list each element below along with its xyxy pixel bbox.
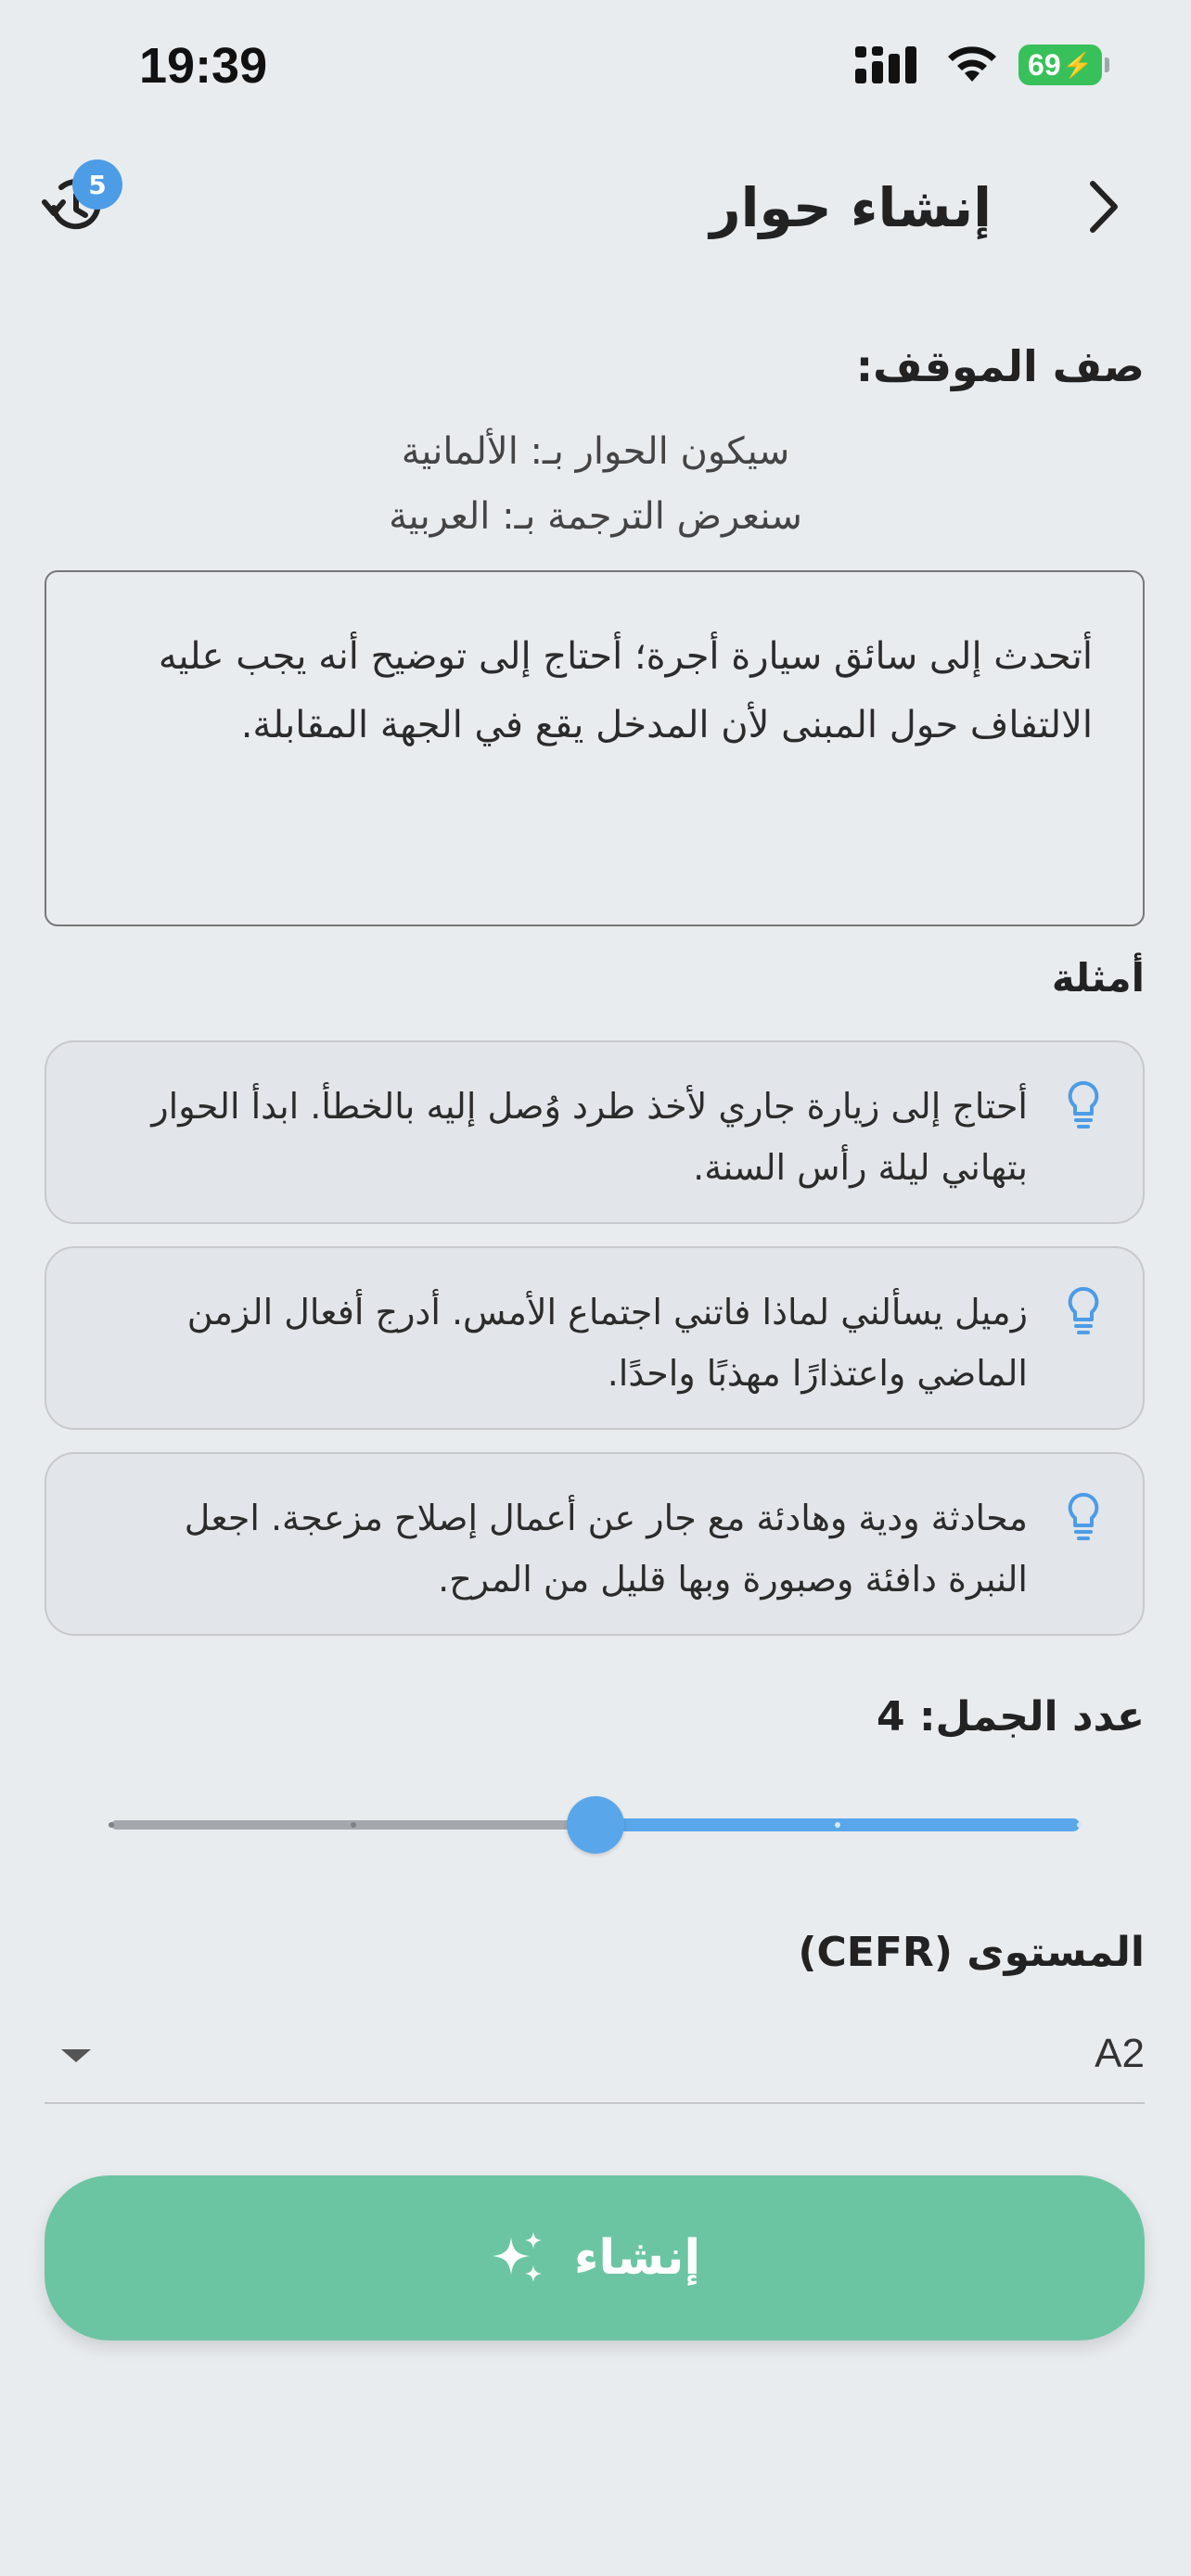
lightbulb-icon	[1068, 1286, 1099, 1334]
status-time: 19:39	[139, 38, 268, 94]
chevron-right-icon	[1090, 181, 1118, 233]
example-text: زميل يسألني لماذا فاتني اجتماع الأمس. أد…	[186, 1292, 1028, 1394]
slider-tick	[109, 1822, 114, 1828]
situation-input[interactable]: أتحدث إلى سائق سيارة أجرة؛ أحتاج إلى توض…	[45, 570, 1145, 926]
battery-indicator: 69 ⚡	[1018, 45, 1109, 85]
slider-tick	[1077, 1822, 1082, 1828]
example-text: أحتاج إلى زيارة جاري لأخذ طرد وُصل إليه …	[151, 1086, 1028, 1188]
page-title: إنشاء حوار	[710, 176, 992, 239]
status-icons: 69 ⚡	[855, 45, 1109, 85]
cefr-label: المستوى (CEFR)	[798, 1929, 1145, 1976]
slider-tick	[351, 1822, 356, 1828]
dialogue-language: سيكون الحوار بـ: الألمانية	[401, 430, 790, 473]
slider-thumb[interactable]	[567, 1796, 624, 1854]
language-info: سيكون الحوار بـ: الألمانية سنعرض الترجمة…	[0, 419, 1191, 549]
lightbulb-icon	[1068, 1492, 1099, 1540]
lightbulb-icon	[1068, 1080, 1099, 1129]
example-card[interactable]: زميل يسألني لماذا فاتني اجتماع الأمس. أد…	[45, 1246, 1145, 1430]
situation-label: صف الموقف:	[855, 341, 1145, 391]
battery-level: 69	[1028, 47, 1061, 82]
cefr-select-value[interactable]: A2	[1095, 2031, 1145, 2077]
create-button-label: إنشاء	[573, 2230, 701, 2286]
translation-language: سنعرض الترجمة بـ: العربية	[389, 495, 802, 538]
back-button[interactable]	[1072, 174, 1137, 239]
create-button[interactable]: إنشاء	[45, 2175, 1145, 2340]
history-count-badge: 5	[72, 159, 122, 210]
charging-icon: ⚡	[1062, 50, 1093, 79]
example-card[interactable]: أحتاج إلى زيارة جاري لأخذ طرد وُصل إليه …	[45, 1040, 1145, 1224]
examples-label: أمثلة	[1051, 955, 1145, 1001]
dropdown-arrow-icon[interactable]	[61, 2049, 91, 2062]
example-text: محادثة ودية وهادئة مع جار عن أعمال إصلاح…	[184, 1498, 1028, 1600]
sentence-count-label: عدد الجمل: 4	[877, 1693, 1145, 1741]
signal-icon	[855, 46, 916, 83]
slider-tick	[835, 1822, 840, 1828]
sentence-count-slider[interactable]	[109, 1796, 1082, 1854]
sparkles-icon	[492, 2232, 542, 2282]
select-underline	[45, 2102, 1145, 2104]
wifi-icon	[948, 46, 996, 82]
example-card[interactable]: محادثة ودية وهادئة مع جار عن أعمال إصلاح…	[45, 1452, 1145, 1636]
